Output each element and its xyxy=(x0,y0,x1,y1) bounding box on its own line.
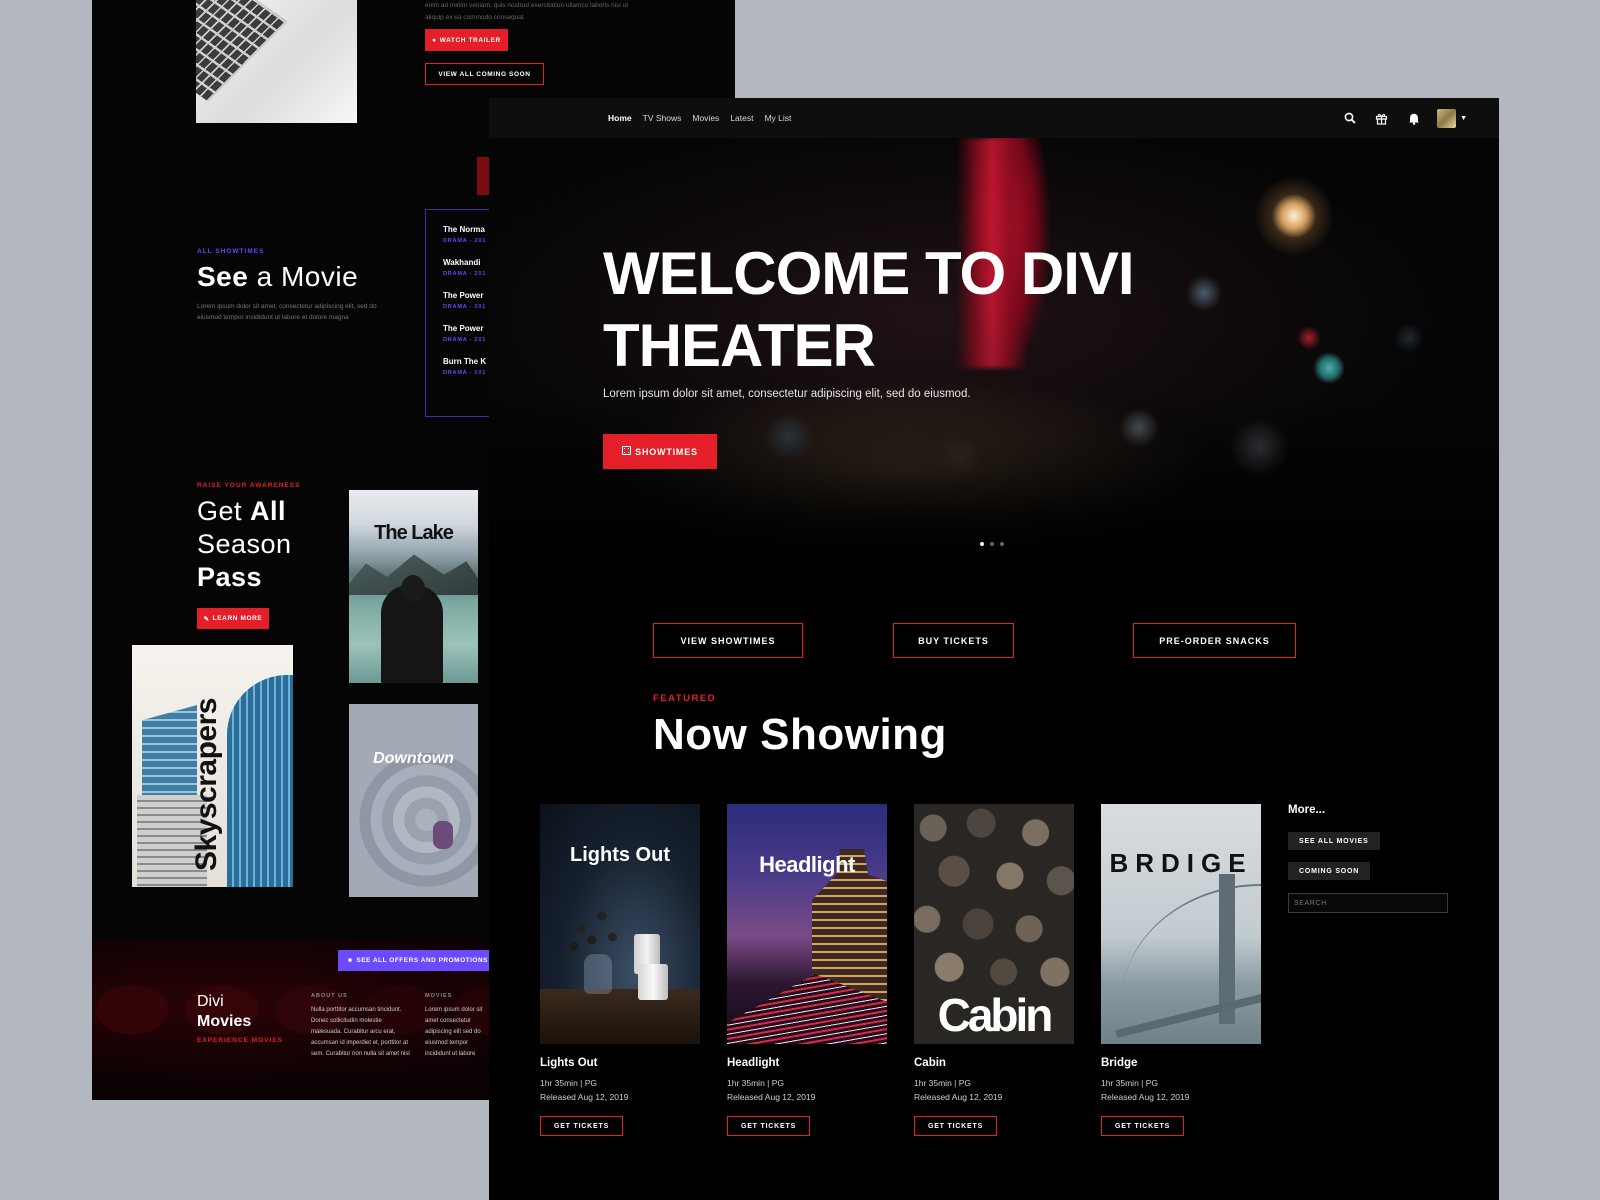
avatar[interactable] xyxy=(1437,108,1457,128)
showtimes-eyebrow: ALL SHOWTIMES xyxy=(197,248,265,255)
search-input[interactable] xyxy=(1288,893,1448,913)
main-page: Home TV Shows Movies Latest My List ▼ WE… xyxy=(489,98,1499,1200)
lights-out-poster[interactable]: Lights Out xyxy=(540,804,700,1044)
showtimes-description: Lorem ipsum dolor sit amet, consectetur … xyxy=(197,303,377,321)
tag-icon: ✎ xyxy=(203,615,210,623)
season-pass-heading: Get All Season Pass xyxy=(197,496,292,592)
top-navigation: Home TV Shows Movies Latest My List ▼ xyxy=(489,98,1499,138)
learn-more-button[interactable]: ✎ LEARN MORE xyxy=(197,608,269,629)
downtown-poster[interactable]: Downtown xyxy=(349,704,478,897)
bell-icon[interactable] xyxy=(1405,110,1422,127)
headlight-poster[interactable]: Headlight xyxy=(727,804,887,1044)
nav-actions: ▼ xyxy=(1341,98,1467,138)
intro-text: enim ad minim veniam, quis nostrud exerc… xyxy=(425,2,629,21)
movie-meta: 1hr 35min | PG Released Aug 12, 2019 xyxy=(727,1078,816,1102)
nav-links: Home TV Shows Movies Latest My List xyxy=(608,98,791,138)
get-tickets-button[interactable]: GET TICKETS xyxy=(1101,1116,1184,1136)
poster-title: Headlight xyxy=(759,852,855,877)
pre-order-snacks-button[interactable]: PRE-ORDER SNACKS xyxy=(1133,623,1296,658)
the-lake-poster[interactable]: The Lake xyxy=(349,490,478,683)
poster-title: Lights Out xyxy=(570,844,670,866)
slider-dot[interactable] xyxy=(990,542,994,546)
footer-movies: MOVIES Lorem ipsum dolor sit amet consec… xyxy=(425,993,483,1057)
view-all-coming-soon-button[interactable]: VIEW ALL COMING SOON xyxy=(425,63,544,85)
poster-title: Cabin xyxy=(937,989,1054,1041)
see-a-movie-heading: See a Movie xyxy=(197,261,359,292)
see-all-movies-button[interactable]: SEE ALL MOVIES xyxy=(1288,832,1380,850)
movie-title[interactable]: Bridge xyxy=(1101,1057,1261,1069)
nav-movies[interactable]: Movies xyxy=(692,113,719,123)
slider-dot[interactable] xyxy=(980,542,984,546)
coming-soon-button[interactable]: COMING SOON xyxy=(1288,862,1371,880)
now-showing-heading: Now Showing xyxy=(653,710,947,759)
movie-title[interactable]: Headlight xyxy=(727,1057,887,1069)
poster-title: BRDIGE xyxy=(1109,848,1253,878)
nav-latest[interactable]: Latest xyxy=(730,113,753,123)
more-heading: More... xyxy=(1288,804,1326,816)
showtimes-section: ALL SHOWTIMES See a Movie Lorem ipsum do… xyxy=(197,248,397,323)
featured-eyebrow: FEATURED xyxy=(653,693,717,704)
nav-my-list[interactable]: My List xyxy=(764,113,791,123)
movie-card: Lights Out Lights Out 1hr 35min | PG Rele… xyxy=(540,804,700,1136)
pass-eyebrow: RAISE YOUR AWARENESS xyxy=(197,482,301,489)
search-icon[interactable] xyxy=(1341,110,1358,127)
bookmark-icon: ■ xyxy=(347,957,353,964)
poster-title: The Lake xyxy=(374,522,454,544)
laptop-image xyxy=(196,0,357,123)
watch-trailer-button[interactable]: ● WATCH TRAILER xyxy=(425,29,508,51)
buy-tickets-button[interactable]: BUY TICKETS xyxy=(893,623,1014,658)
gift-icon[interactable] xyxy=(1373,110,1390,127)
slider-dot[interactable] xyxy=(1000,542,1004,546)
movie-card: Cabin Cabin 1hr 35min | PG Released Aug 1… xyxy=(914,804,1074,1136)
more-sidebar: More... SEE ALL MOVIES COMING SOON xyxy=(1288,804,1448,913)
poster-title: Downtown xyxy=(373,750,454,767)
movie-meta: 1hr 35min | PG Released Aug 12, 2019 xyxy=(1101,1078,1190,1102)
cabin-poster[interactable]: Cabin xyxy=(914,804,1074,1044)
movie-meta: 1hr 35min | PG Released Aug 12, 2019 xyxy=(540,1078,629,1102)
movie-card: Headlight Headlight 1hr 35min | PG Releas… xyxy=(727,804,887,1136)
hero-subtitle: Lorem ipsum dolor sit amet, consectetur … xyxy=(603,388,971,400)
nav-home[interactable]: Home xyxy=(608,113,632,123)
play-icon: ● xyxy=(432,36,437,44)
movie-title[interactable]: Lights Out xyxy=(540,1057,700,1069)
film-icon xyxy=(622,446,632,457)
slider-dots xyxy=(980,542,1004,546)
get-tickets-button[interactable]: GET TICKETS xyxy=(540,1116,623,1136)
see-all-offers-button[interactable]: ■ SEE ALL OFFERS AND PROMOTIONS xyxy=(338,950,498,971)
movie-card: BRDIGE Bridge 1hr 35min | PG Released Aug… xyxy=(1101,804,1261,1136)
get-tickets-button[interactable]: GET TICKETS xyxy=(727,1116,810,1136)
bridge-poster[interactable]: BRDIGE xyxy=(1101,804,1261,1044)
hero-title: WELCOME TO DIVI THEATER xyxy=(603,240,1135,379)
season-pass-section: RAISE YOUR AWARENESS Get All Season Pass… xyxy=(197,482,300,629)
showtimes-button[interactable]: SHOWTIMES xyxy=(603,434,717,469)
chevron-down-icon[interactable]: ▼ xyxy=(1460,115,1467,122)
nav-tv-shows[interactable]: TV Shows xyxy=(643,113,682,123)
view-showtimes-button[interactable]: VIEW SHOWTIMES xyxy=(653,623,803,658)
hero-banner: WELCOME TO DIVI THEATER Lorem ipsum dolo… xyxy=(489,138,1499,568)
poster-title: Skyscrapers xyxy=(190,698,223,871)
footer-about: ABOUT US Nulla porttitor accumsan tincid… xyxy=(311,993,410,1057)
movie-title[interactable]: Cabin xyxy=(914,1057,1074,1069)
footer-brand: Divi Movies EXPERIENCE MOVIES xyxy=(197,993,283,1044)
movie-meta: 1hr 35min | PG Released Aug 12, 2019 xyxy=(914,1078,1003,1102)
skyscrapers-poster[interactable]: Skyscrapers xyxy=(132,645,293,887)
get-tickets-button[interactable]: GET TICKETS xyxy=(914,1116,997,1136)
